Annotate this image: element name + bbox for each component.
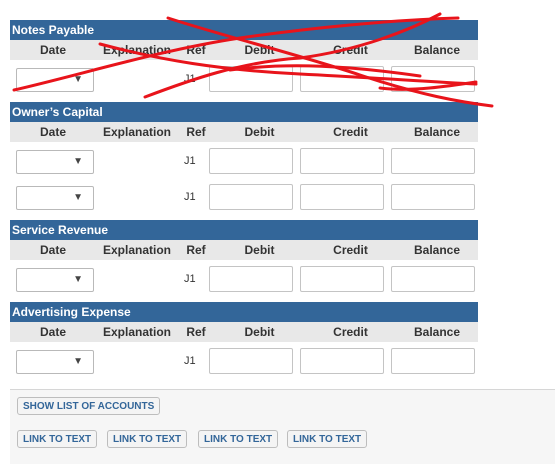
account-title: Advertising Expense (10, 302, 478, 322)
col-ref: Ref (186, 243, 206, 257)
col-debit: Debit (244, 125, 275, 139)
account-notes-payable: Notes Payable Date Explanation Ref Debit… (10, 20, 478, 96)
date-select[interactable]: ▼ (16, 268, 94, 292)
ref-value: J1 (184, 191, 196, 203)
show-list-of-accounts-button[interactable]: SHOW LIST OF ACCOUNTS (17, 397, 161, 415)
credit-input[interactable] (300, 348, 384, 374)
col-explanation: Explanation (102, 325, 171, 339)
link-to-text-button[interactable]: LINK TO TEXT (107, 430, 188, 448)
col-credit: Credit (333, 43, 368, 57)
col-date: Date (39, 325, 66, 339)
date-select[interactable]: ▼ (16, 350, 94, 374)
ledger-row: ▼ J1 (10, 342, 478, 378)
column-headers: Date Explanation Ref Debit Credit Balanc… (10, 322, 478, 342)
balance-input[interactable] (391, 348, 475, 374)
date-select[interactable]: ▼ (16, 150, 94, 174)
col-explanation: Explanation (102, 43, 171, 57)
col-explanation: Explanation (102, 125, 171, 139)
credit-input[interactable] (300, 266, 384, 292)
col-explanation: Explanation (102, 243, 171, 257)
debit-input[interactable] (209, 266, 293, 292)
credit-input[interactable] (300, 66, 384, 92)
ref-value: J1 (184, 73, 196, 85)
col-balance: Balance (413, 125, 461, 139)
ledger-row: ▼ J1 (10, 142, 478, 178)
ledger-row: ▼ J1 (10, 178, 478, 214)
action-panel: SHOW LIST OF ACCOUNTS LINK TO TEXT LINK … (10, 389, 555, 464)
col-date: Date (39, 243, 66, 257)
column-headers: Date Explanation Ref Debit Credit Balanc… (10, 240, 478, 260)
ledger-row: ▼ J1 (10, 260, 478, 296)
col-ref: Ref (186, 125, 206, 139)
col-balance: Balance (413, 243, 461, 257)
balance-input[interactable] (391, 266, 475, 292)
debit-input[interactable] (209, 184, 293, 210)
chevron-down-icon: ▼ (73, 356, 83, 367)
account-owners-capital: Owner’s Capital Date Explanation Ref Deb… (10, 102, 478, 214)
col-credit: Credit (333, 243, 368, 257)
chevron-down-icon: ▼ (73, 156, 83, 167)
col-date: Date (39, 125, 66, 139)
date-select[interactable]: ▼ (16, 186, 94, 210)
column-headers: Date Explanation Ref Debit Credit Balanc… (10, 40, 478, 60)
chevron-down-icon: ▼ (73, 192, 83, 203)
balance-input[interactable] (391, 184, 475, 210)
account-title: Notes Payable (10, 20, 478, 40)
chevron-down-icon: ▼ (73, 74, 83, 85)
col-credit: Credit (333, 125, 368, 139)
chevron-down-icon: ▼ (73, 274, 83, 285)
ledger-row: ▼ J1 (10, 60, 478, 96)
balance-input[interactable] (391, 148, 475, 174)
debit-input[interactable] (209, 348, 293, 374)
account-advertising-expense: Advertising Expense Date Explanation Ref… (10, 302, 478, 378)
debit-input[interactable] (209, 148, 293, 174)
account-title: Owner’s Capital (10, 102, 478, 122)
ref-value: J1 (184, 155, 196, 167)
link-to-text-button[interactable]: LINK TO TEXT (287, 430, 368, 448)
col-debit: Debit (244, 325, 275, 339)
balance-input[interactable] (391, 66, 475, 92)
link-to-text-button[interactable]: LINK TO TEXT (198, 430, 279, 448)
ledger-accounts: Notes Payable Date Explanation Ref Debit… (10, 20, 478, 378)
link-to-text-button[interactable]: LINK TO TEXT (17, 430, 98, 448)
col-date: Date (39, 43, 66, 57)
col-ref: Ref (186, 43, 206, 57)
col-credit: Credit (333, 325, 368, 339)
col-debit: Debit (244, 243, 275, 257)
credit-input[interactable] (300, 148, 384, 174)
debit-input[interactable] (209, 66, 293, 92)
col-ref: Ref (186, 325, 206, 339)
account-service-revenue: Service Revenue Date Explanation Ref Deb… (10, 220, 478, 296)
credit-input[interactable] (300, 184, 384, 210)
col-balance: Balance (413, 325, 461, 339)
ref-value: J1 (184, 273, 196, 285)
ref-value: J1 (184, 355, 196, 367)
col-debit: Debit (244, 43, 275, 57)
col-balance: Balance (413, 43, 461, 57)
date-select[interactable]: ▼ (16, 68, 94, 92)
account-title: Service Revenue (10, 220, 478, 240)
column-headers: Date Explanation Ref Debit Credit Balanc… (10, 122, 478, 142)
